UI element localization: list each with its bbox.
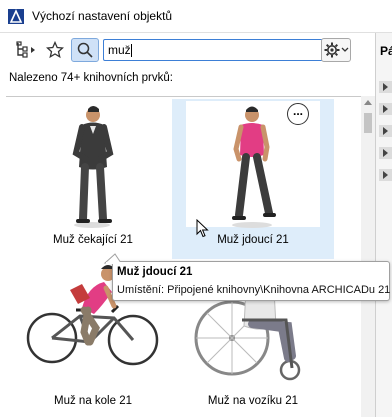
results-count: Nalezeno 74+ knihovních prvků: [9,72,173,84]
panel-expand-arrow-icon[interactable] [379,103,392,115]
search-input-value: muž [108,43,131,57]
search-input[interactable]: muž [103,39,323,61]
panel-expand-arrow-icon[interactable] [379,81,392,93]
more-options-button[interactable]: ... [287,103,309,125]
scroll-up-arrow-icon[interactable] [364,100,372,105]
library-item-label: Muž na vozíku 21 [207,395,299,407]
more-options-label: ... [292,104,303,118]
scroll-thumb[interactable] [364,113,372,133]
library-item-label: Muž čekající 21 [53,234,133,246]
text-caret [130,44,132,58]
library-tree-button[interactable] [14,38,40,62]
search-settings-button[interactable] [321,38,351,62]
mouse-cursor-icon [196,219,209,238]
favorites-button[interactable] [44,38,66,62]
search-icon [77,42,93,58]
right-panel-label: Pá [380,44,392,58]
toolbar: muž [0,33,392,67]
man-walking-thumbnail [186,101,320,228]
window-title: Výchozí nastavení objektů [32,9,173,23]
tooltip-title: Muž jdoucí 21 [117,266,193,278]
tooltip-location: Umístění: Připojené knihovny\Knihovna AR… [117,284,391,296]
settings-gear-icon [324,42,349,58]
title-bar: Výchozí nastavení objektů [0,0,392,33]
item-tooltip: Muž jdoucí 21 Umístění: Připojené knihov… [103,253,391,301]
library-tree-icon [16,41,35,58]
search-toggle-button[interactable] [71,38,99,62]
tooltip-arrow [103,253,122,264]
right-settings-panel: Pá [375,33,392,417]
grid-scrollbar[interactable] [361,96,375,417]
library-item-man-waiting[interactable]: Muž čekající 21 [12,99,174,259]
panel-expand-arrow-icon[interactable] [379,169,392,181]
panel-expand-arrow-icon[interactable] [379,125,392,137]
favorites-star-icon [46,41,64,59]
man-waiting-thumbnail [72,106,114,228]
library-item-label: Muž na kole 21 [54,395,132,407]
library-items-grid: Muž čekající 21 Muž jdoucí 21 Muž na kol… [6,96,361,418]
archicad-app-icon [8,9,24,24]
panel-expand-arrow-icon[interactable] [379,147,392,159]
